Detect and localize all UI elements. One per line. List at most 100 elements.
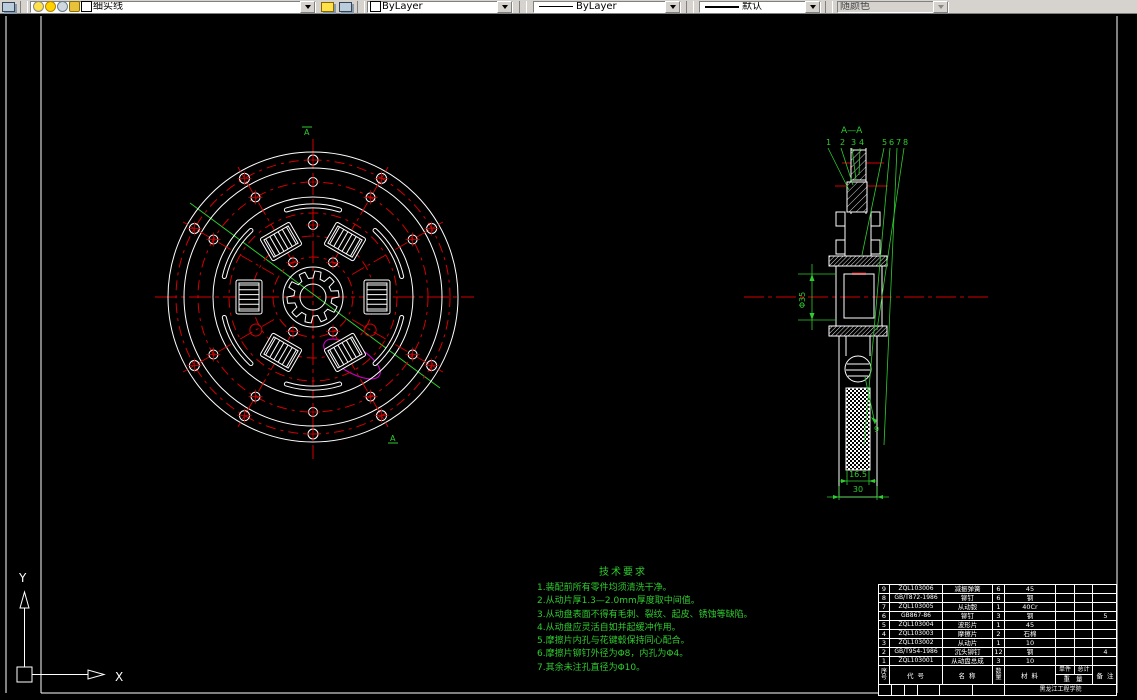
balloon-leader bbox=[827, 147, 850, 191]
ucs-origin-box bbox=[16, 666, 33, 683]
bom-cell-wt bbox=[1075, 639, 1093, 647]
layer-dropdown-arrow[interactable] bbox=[300, 0, 315, 13]
bom-cell-no: 4 bbox=[879, 630, 890, 638]
notes-lines: 1.装配前所有零件均须清洗干净。 2.从动片厚1.3—2.0mm厚度取中间值。 3.… bbox=[537, 582, 867, 675]
bom-cell-qty: 1 bbox=[993, 603, 1005, 611]
flange-hatch bbox=[828, 325, 888, 337]
bom-cell-note bbox=[1093, 585, 1118, 593]
spring-window bbox=[363, 279, 391, 315]
spring-window bbox=[260, 332, 302, 372]
note-line: 6.摩擦片铆钉外径为Φ8，内孔为Φ4。 bbox=[537, 649, 689, 660]
layer-control[interactable]: 细实线 bbox=[30, 0, 316, 13]
bom-cell-note bbox=[1093, 630, 1118, 638]
bom-cell-qty: 3 bbox=[993, 657, 1005, 665]
bom-header-note: 备 注 bbox=[1096, 672, 1115, 680]
bom-cell-material: 钢 bbox=[1005, 594, 1056, 602]
bom-cell-material: 钢 bbox=[1005, 612, 1056, 620]
spline-tooth bbox=[835, 211, 846, 227]
bom-cell-qty: 2 bbox=[993, 630, 1005, 638]
table-row: 3 ZQL103002 从动片 1 10 bbox=[879, 639, 1116, 648]
bom-cell-ws bbox=[1056, 612, 1075, 620]
layer-previous-icon[interactable] bbox=[338, 1, 354, 13]
bom-cell-qty: 6 bbox=[993, 594, 1005, 602]
layer-name: 细实线 bbox=[93, 1, 123, 12]
bom-cell-qty: 3 bbox=[993, 612, 1005, 620]
layer-on-icon[interactable] bbox=[33, 1, 44, 12]
bom-header-code: 代 号 bbox=[890, 666, 943, 684]
color-dropdown-arrow[interactable] bbox=[497, 0, 512, 13]
footer-cell bbox=[973, 685, 1005, 695]
color-control[interactable]: ByLayer bbox=[367, 0, 513, 13]
bom-cell-code: GB/T954-1986 bbox=[890, 648, 943, 656]
technical-notes: 技术要求 1.装配前所有零件均须清洗干净。 2.从动片厚1.3—2.0mm厚度取中… bbox=[537, 563, 867, 675]
bom-footer-row: 黑龙江工程学院 bbox=[879, 685, 1116, 695]
layer-vp-freeze-icon[interactable] bbox=[57, 1, 68, 12]
clutch-disc-front-view: A A bbox=[155, 126, 474, 459]
note-line: 1.装配前所有零件均须清洗干净。 bbox=[537, 583, 672, 593]
lineweight-control[interactable]: 默认 bbox=[699, 0, 821, 13]
footer-cell bbox=[879, 685, 892, 695]
bom-cell-wt bbox=[1075, 648, 1093, 656]
bom-header-name: 名 称 bbox=[943, 666, 993, 684]
linetype-dropdown-arrow[interactable] bbox=[665, 0, 680, 13]
dim-outer-label: 30 bbox=[853, 485, 863, 494]
note-line: 5.摩擦片内孔与花键毂保持同心配合。 bbox=[537, 636, 690, 647]
bom-cell-name: 铆钉 bbox=[943, 612, 993, 620]
footer-cell bbox=[905, 685, 918, 695]
bom-cell-wt bbox=[1075, 657, 1093, 665]
table-row: 8 GB/T872-1986 铆钉 6 钢 bbox=[879, 594, 1116, 603]
linetype-value: ByLayer bbox=[576, 1, 617, 12]
spline-tooth bbox=[870, 211, 881, 227]
bom-cell-name: 铆钉 bbox=[943, 594, 993, 602]
spring-window-frame bbox=[260, 332, 302, 372]
cushion-slot bbox=[221, 227, 254, 280]
balloon-5: 5 bbox=[882, 138, 887, 147]
drawing-canvas[interactable]: A A A—A 1 2 3 4 5 6 7 8 9 Φ35 16.5 30 Y … bbox=[0, 16, 1137, 696]
bom-cell-name: 从动毂 bbox=[943, 603, 993, 611]
table-row: 9 ZQL103006 减振弹簧 6 45 bbox=[879, 585, 1116, 594]
bom-rows: 9 ZQL103006 减振弹簧 6 45 8 GB/T872-1986 铆钉 6 钢 7 ZQL10… bbox=[879, 585, 1116, 666]
layer-freeze-icon[interactable] bbox=[45, 1, 56, 12]
layers-stack-icon[interactable] bbox=[1, 1, 17, 13]
toolbar-separator bbox=[20, 0, 28, 13]
section-mark-bottom: A bbox=[390, 434, 396, 443]
current-color-swatch bbox=[370, 1, 381, 12]
ucs-x-arrowhead bbox=[87, 669, 106, 680]
layer-color-swatch bbox=[81, 1, 92, 12]
layer-properties-icon[interactable] bbox=[320, 1, 336, 13]
layer-lock-icon[interactable] bbox=[69, 1, 80, 12]
ucs-y-arrowhead bbox=[19, 590, 30, 609]
bom-cell-wt bbox=[1075, 603, 1093, 611]
bom-cell-name: 从动盘总成 bbox=[943, 657, 993, 665]
bom-cell-wt bbox=[1075, 612, 1093, 620]
ucs-y-label: Y bbox=[18, 571, 27, 585]
note-line: 2.从动片厚1.3—2.0mm厚度取中间值。 bbox=[537, 596, 700, 607]
section-line bbox=[189, 202, 441, 389]
bom-cell-no: 5 bbox=[879, 621, 890, 629]
bom-cell-code: ZQL103002 bbox=[890, 639, 943, 647]
bom-cell-material: 10 bbox=[1005, 639, 1056, 647]
balloon-7: 7 bbox=[896, 138, 901, 147]
bom-cell-note: 5 bbox=[1103, 612, 1108, 620]
bom-cell-note bbox=[1093, 657, 1118, 665]
bom-cell-material: 45 bbox=[1005, 621, 1056, 629]
bom-cell-note bbox=[1093, 621, 1118, 629]
table-row: 7 ZQL103005 从动毂 1 40Cr bbox=[879, 603, 1116, 612]
rivet-red bbox=[363, 323, 377, 337]
color-value: ByLayer bbox=[382, 1, 423, 12]
bom-cell-code: ZQL103005 bbox=[890, 603, 943, 611]
bom-cell-qty: 12 bbox=[993, 648, 1005, 656]
bom-cell-wt bbox=[1075, 594, 1093, 602]
note-line: 4.从动盘应灵活自如并起缓冲作用。 bbox=[537, 622, 681, 633]
linetype-control[interactable]: ByLayer bbox=[533, 0, 681, 13]
bom-cell-wt bbox=[1075, 585, 1093, 593]
bom-cell-qty: 1 bbox=[993, 639, 1005, 647]
footer-cell bbox=[892, 685, 905, 695]
table-row: 6 GB867-86 铆钉 3 钢 5 bbox=[879, 612, 1116, 621]
properties-toolbar: 细实线 ByLayer ByLayer 默认 随颜色 bbox=[0, 0, 1137, 14]
cushion-slot bbox=[221, 314, 254, 367]
bom-cell-ws bbox=[1056, 585, 1075, 593]
lineweight-dropdown-arrow[interactable] bbox=[805, 0, 820, 13]
bom-cell-code: ZQL103004 bbox=[890, 621, 943, 629]
bom-header-weight-total: 总计 bbox=[1077, 666, 1090, 673]
